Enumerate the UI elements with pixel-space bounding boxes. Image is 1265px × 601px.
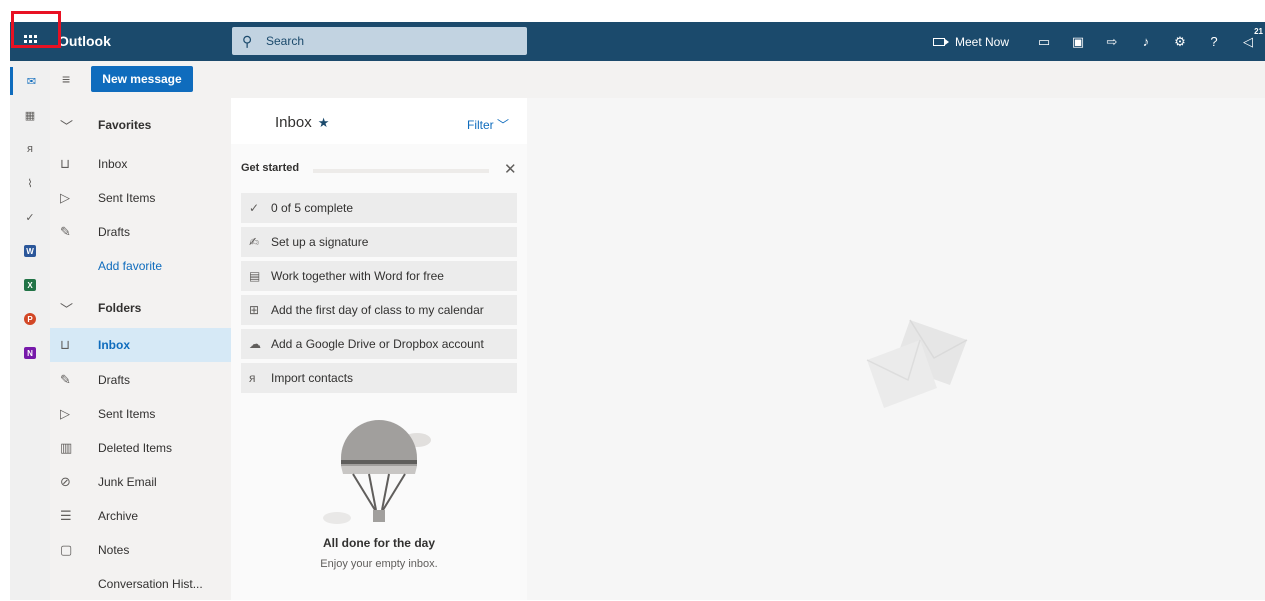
people-icon: ᴙ — [249, 371, 256, 385]
folder-title: Inbox ★ — [275, 114, 330, 131]
folder-pane: ﹀ Favorites ⊔ Inbox ▷ Sent Items ✎ Draft… — [50, 98, 231, 600]
calendar-icon[interactable]: ▦ — [10, 101, 50, 129]
check-icon: ✓ — [249, 201, 260, 215]
todo-icon[interactable]: ✓ — [10, 203, 50, 231]
archive-icon: ☰ — [60, 508, 72, 523]
attachment-icon[interactable]: ⌇ — [10, 169, 50, 197]
mail-icon[interactable]: ✉ — [10, 67, 50, 95]
folder-drafts[interactable]: ✎ Drafts — [50, 363, 231, 397]
message-list: Inbox ★ Filter ﹀ Get started ✕ ✓ 0 of 5 c… — [231, 98, 527, 600]
notification-badge: 21 — [1254, 26, 1263, 36]
folder-junk-email[interactable]: ⊘ Junk Email — [50, 465, 231, 499]
calendar-add-icon: ⊞ — [249, 303, 260, 317]
folder-notes[interactable]: ▢ Notes — [50, 533, 231, 567]
word-icon[interactable]: W — [10, 237, 50, 265]
progress-bar — [313, 169, 489, 173]
task-progress: ✓ 0 of 5 complete — [241, 193, 517, 223]
empty-state-subtitle: Enjoy your empty inbox. — [320, 558, 438, 570]
favorites-header[interactable]: ﹀ Favorites — [50, 108, 231, 142]
task-signature[interactable]: ✍ Set up a signature — [241, 227, 517, 257]
document-icon: ▤ — [249, 269, 261, 283]
get-started-label: Get started — [241, 162, 300, 174]
task-import-contacts[interactable]: ᴙ Import contacts — [241, 363, 517, 393]
add-favorite-link[interactable]: Add favorite — [50, 249, 231, 283]
task-word[interactable]: ▤ Work together with Word for free — [241, 261, 517, 291]
feedback-icon[interactable]: ◁ 21 — [1231, 27, 1265, 50]
note-icon: ▢ — [60, 542, 73, 557]
folder-conversation-history[interactable]: Conversation Hist... — [50, 567, 231, 601]
inbox-icon: ⊔ — [60, 337, 71, 352]
waffle-icon — [23, 35, 37, 48]
bell-icon[interactable]: ♪ — [1129, 34, 1163, 49]
empty-state-title: All done for the day — [322, 536, 435, 550]
task-cloud-storage[interactable]: ☁ Add a Google Drive or Dropbox account — [241, 329, 517, 359]
folders-header[interactable]: ﹀ Folders — [50, 291, 231, 325]
hamburger-icon[interactable]: ≡ — [62, 71, 70, 87]
video-camera-icon — [932, 37, 949, 46]
send-icon: ▷ — [60, 406, 70, 421]
task-calendar[interactable]: ⊞ Add the first day of class to my calen… — [241, 295, 517, 325]
folder-inbox[interactable]: ⊔ Inbox — [50, 328, 231, 362]
reading-pane — [527, 98, 1265, 600]
chevron-down-icon: ﹀ — [60, 118, 74, 134]
teams-icon[interactable]: ▣ — [1061, 34, 1095, 50]
meet-now-label: Meet Now — [954, 34, 1009, 49]
favorite-drafts[interactable]: ✎ Drafts — [50, 215, 231, 249]
app-rail: ✉ ▦ ᴙ ⌇ ✓ W X P N — [10, 61, 50, 600]
new-message-button[interactable]: New message — [91, 66, 193, 92]
meet-now-button[interactable]: Meet Now — [932, 34, 1009, 49]
onenote-icon[interactable]: N — [10, 339, 50, 367]
close-icon[interactable]: ✕ — [504, 160, 517, 178]
chevron-down-icon: ﹀ — [60, 301, 74, 317]
signature-icon: ✍ — [249, 235, 260, 249]
help-icon[interactable]: ? — [1197, 34, 1231, 49]
cloud-icon: ☁ — [249, 337, 261, 351]
favorite-sent-items[interactable]: ▷ Sent Items — [50, 181, 231, 215]
trash-icon: ▥ — [60, 440, 73, 455]
powerpoint-icon[interactable]: P — [10, 305, 50, 333]
pencil-icon: ✎ — [60, 372, 71, 387]
search-input[interactable]: Search — [266, 34, 304, 48]
app-launcher-button[interactable] — [10, 22, 50, 61]
folder-sent-items[interactable]: ▷ Sent Items — [50, 397, 231, 431]
folder-archive[interactable]: ☰ Archive — [50, 499, 231, 533]
command-bar: ≡ New message — [50, 61, 1265, 98]
gear-icon[interactable]: ⚙ — [1163, 34, 1197, 50]
my-day-icon[interactable]: ⇨ — [1095, 34, 1129, 50]
envelope-illustration — [866, 319, 968, 408]
block-icon: ⊘ — [60, 474, 71, 489]
skype-chat-icon[interactable]: ▭ — [1027, 34, 1061, 50]
hot-air-balloon-illustration — [323, 420, 431, 524]
folder-deleted-items[interactable]: ▥ Deleted Items — [50, 431, 231, 465]
send-icon: ▷ — [60, 190, 70, 205]
inbox-icon: ⊔ — [60, 156, 71, 171]
filter-button[interactable]: Filter ﹀ — [467, 116, 509, 133]
excel-icon[interactable]: X — [10, 271, 50, 299]
people-icon[interactable]: ᴙ — [10, 135, 50, 163]
search-box[interactable]: ⚲ Search — [232, 27, 527, 55]
pencil-icon: ✎ — [60, 224, 71, 239]
star-icon[interactable]: ★ — [318, 115, 330, 130]
message-list-header: Inbox ★ Filter ﹀ — [231, 98, 527, 144]
favorite-inbox[interactable]: ⊔ Inbox — [50, 147, 231, 181]
top-bar: Outlook ⚲ Search Meet Now ▭ ▣ ⇨ ♪ ⚙ ? ◁ 2… — [10, 22, 1265, 61]
app-name[interactable]: Outlook — [58, 22, 111, 61]
search-icon: ⚲ — [242, 32, 253, 49]
